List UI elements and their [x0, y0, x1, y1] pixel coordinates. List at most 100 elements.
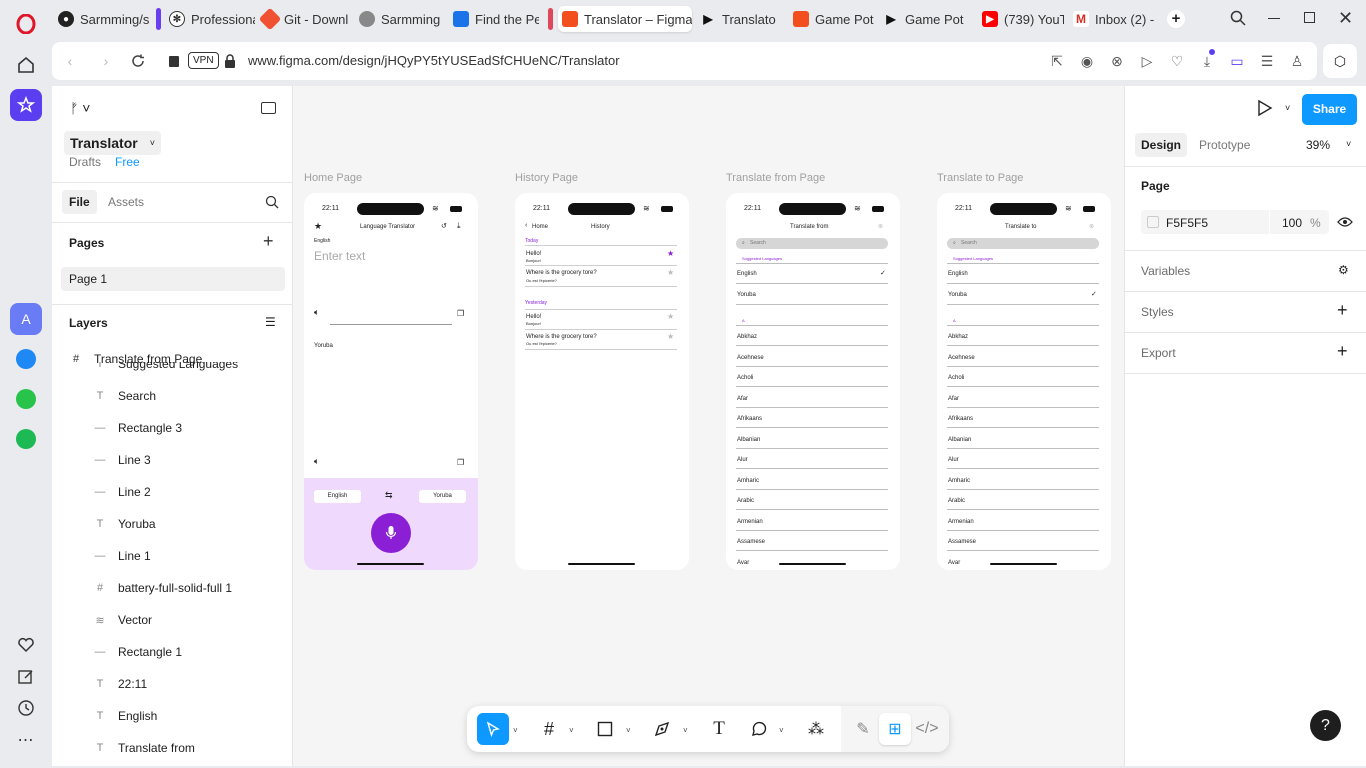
messenger-icon[interactable] [10, 343, 42, 375]
tab-youtube[interactable]: ▶ (739) YouTu [978, 6, 1064, 32]
lock-icon[interactable] [220, 51, 240, 71]
frame-label-translate-from[interactable]: Translate from Page [726, 172, 825, 184]
tab-gmail[interactable]: M Inbox (2) - [1069, 6, 1165, 32]
chevron-down-icon[interactable]: ˅ [626, 726, 631, 735]
pen-tool-icon[interactable] [646, 713, 678, 745]
clipboard-icon[interactable] [164, 51, 184, 71]
home-icon[interactable] [10, 49, 42, 81]
layer-row[interactable]: T Translate from [52, 732, 292, 764]
add-page-icon[interactable]: + [263, 231, 274, 252]
layer-row[interactable]: T Search [52, 380, 292, 412]
new-tab-button[interactable]: + [1167, 10, 1185, 28]
layer-row[interactable]: # battery-full-solid-full 1 [52, 572, 292, 604]
frame-translate-from-page[interactable]: 22:11 ≋ Translate from ⊗ ⌕ Search Sugges… [726, 193, 900, 570]
share-page-icon[interactable]: ⇱ [1047, 51, 1067, 71]
frame-translate-to-page[interactable]: 22:11 ≋ Translate to ⊗ ⌕ Search Suggeste… [937, 193, 1111, 570]
minimize-button[interactable] [1268, 18, 1280, 19]
history-icon[interactable] [10, 692, 42, 724]
move-tool-icon[interactable] [477, 713, 509, 745]
aria-icon[interactable] [10, 89, 42, 121]
tab-gamepot[interactable]: ▶ Game Pot [879, 6, 965, 32]
tab-git[interactable]: Git - Downl [258, 6, 348, 32]
dev-mode-icon[interactable]: </> [911, 713, 943, 745]
add-style-icon[interactable]: + [1337, 300, 1348, 321]
actions-tool-icon[interactable]: ⁂ [800, 713, 832, 745]
spotify-icon[interactable] [10, 423, 42, 455]
layer-row[interactable]: — Line 3 [52, 444, 292, 476]
visibility-eye-icon[interactable] [1337, 215, 1353, 233]
tab-gamepot-figma[interactable]: Game Pot - [789, 6, 875, 32]
edit-icon[interactable] [10, 661, 42, 693]
layer-row[interactable]: — Line 2 [52, 476, 292, 508]
variables-title[interactable]: Variables [1141, 264, 1190, 278]
tab-design[interactable]: Design [1135, 133, 1188, 157]
zoom-level[interactable]: 39% [1306, 138, 1330, 152]
plan-badge[interactable]: Free [115, 155, 140, 169]
layer-row[interactable]: T Yoruba [52, 508, 292, 540]
restore-button[interactable] [1304, 12, 1315, 23]
help-button[interactable]: ? [1310, 710, 1341, 741]
page-color-field[interactable]: F5F5F5 100 % [1141, 210, 1329, 234]
favorites-heart-icon[interactable]: ♡ [1167, 51, 1187, 71]
chevron-down-icon[interactable]: ˅ [513, 726, 518, 735]
layer-row[interactable]: T Suggested Languages [52, 362, 292, 380]
profile-icon[interactable]: ♙ [1287, 51, 1307, 71]
layer-row[interactable]: — Rectangle 3 [52, 412, 292, 444]
frame-label-history[interactable]: History Page [515, 172, 578, 184]
frame-history-page[interactable]: 22:11 ≋ ‹ Home History Today Hello! Bonj… [515, 193, 689, 570]
page-1-item[interactable]: Page 1 [61, 267, 285, 291]
styles-title[interactable]: Styles [1141, 305, 1174, 319]
send-icon[interactable]: ▷ [1137, 51, 1157, 71]
aria-app-icon[interactable]: A [10, 303, 42, 335]
chevron-down-icon[interactable]: ˅ [683, 726, 688, 735]
draw-mode-icon[interactable]: ✎ [847, 713, 879, 745]
tab-find[interactable]: Find the Pe [449, 6, 539, 32]
variables-settings-icon[interactable]: ⚙︎ [1338, 263, 1349, 277]
layer-row[interactable]: — Rectangle 1 [52, 636, 292, 668]
frame-label-translate-to[interactable]: Translate to Page [937, 172, 1023, 184]
tab-translator[interactable]: ▶ Translator [696, 6, 776, 32]
camera-icon[interactable]: ◉ [1077, 51, 1097, 71]
rectangle-tool-icon[interactable] [589, 713, 621, 745]
layer-row[interactable]: ≋ Vector [52, 604, 292, 636]
easy-setup-icon[interactable]: ☰ [1257, 51, 1277, 71]
text-tool-icon[interactable]: T [703, 713, 735, 745]
share-button[interactable]: Share [1302, 94, 1357, 125]
tab-figma-translator[interactable]: Translator – Figma [558, 6, 692, 32]
tab-globe[interactable]: Sarmming - [355, 6, 440, 32]
frame-home-page[interactable]: 22:11 ≋ ★ Language Translator ↺ ⤓ Englis… [304, 193, 478, 570]
back-icon[interactable]: ‹ [60, 51, 80, 71]
chevron-down-icon[interactable]: ˅ [1346, 139, 1351, 149]
comment-tool-icon[interactable] [743, 713, 775, 745]
add-export-icon[interactable]: + [1337, 341, 1348, 362]
vpn-badge[interactable]: VPN [188, 52, 219, 69]
design-canvas[interactable]: Home Page History Page Translate from Pa… [293, 86, 1124, 766]
page-color-value[interactable]: F5F5F5 [1166, 216, 1208, 230]
tab-prototype[interactable]: Prototype [1199, 133, 1250, 157]
opera-logo-icon[interactable] [10, 8, 42, 40]
present-play-icon[interactable] [1257, 99, 1273, 122]
download-icon[interactable]: ⤓ [1197, 49, 1217, 71]
tab-file[interactable]: File [62, 190, 97, 214]
search-tabs-icon[interactable] [1230, 10, 1246, 31]
file-name-button[interactable]: Translator ˅ [64, 131, 161, 155]
flow-icon[interactable]: ▭ [1227, 51, 1247, 71]
url-text[interactable]: www.figma.com/design/jHQyPY5tYUSEadSfCHU… [248, 53, 620, 68]
search-icon[interactable] [265, 195, 279, 214]
adblock-icon[interactable]: ⊗ [1107, 51, 1127, 71]
layer-row[interactable]: T 22:11 [52, 668, 292, 700]
close-window-button[interactable]: ✕ [1338, 8, 1353, 29]
chevron-down-icon[interactable]: ˅ [569, 726, 574, 735]
forward-icon[interactable]: › [96, 51, 116, 71]
chevron-down-icon[interactable]: ˅ [1285, 103, 1290, 113]
extensions-icon[interactable]: ⬡ [1323, 44, 1357, 78]
frame-label-home[interactable]: Home Page [304, 172, 362, 184]
frame-tool-icon[interactable]: # [533, 713, 565, 745]
figma-menu-icon[interactable]: ᚠ ˅ [70, 100, 90, 116]
layer-row[interactable]: — Line 1 [52, 540, 292, 572]
heart-icon[interactable] [10, 629, 42, 661]
color-swatch[interactable] [1147, 216, 1159, 228]
whatsapp-icon[interactable] [10, 383, 42, 415]
drafts-label[interactable]: Drafts [69, 155, 101, 169]
tab-github[interactable]: ● Sarmming/s [54, 6, 150, 32]
